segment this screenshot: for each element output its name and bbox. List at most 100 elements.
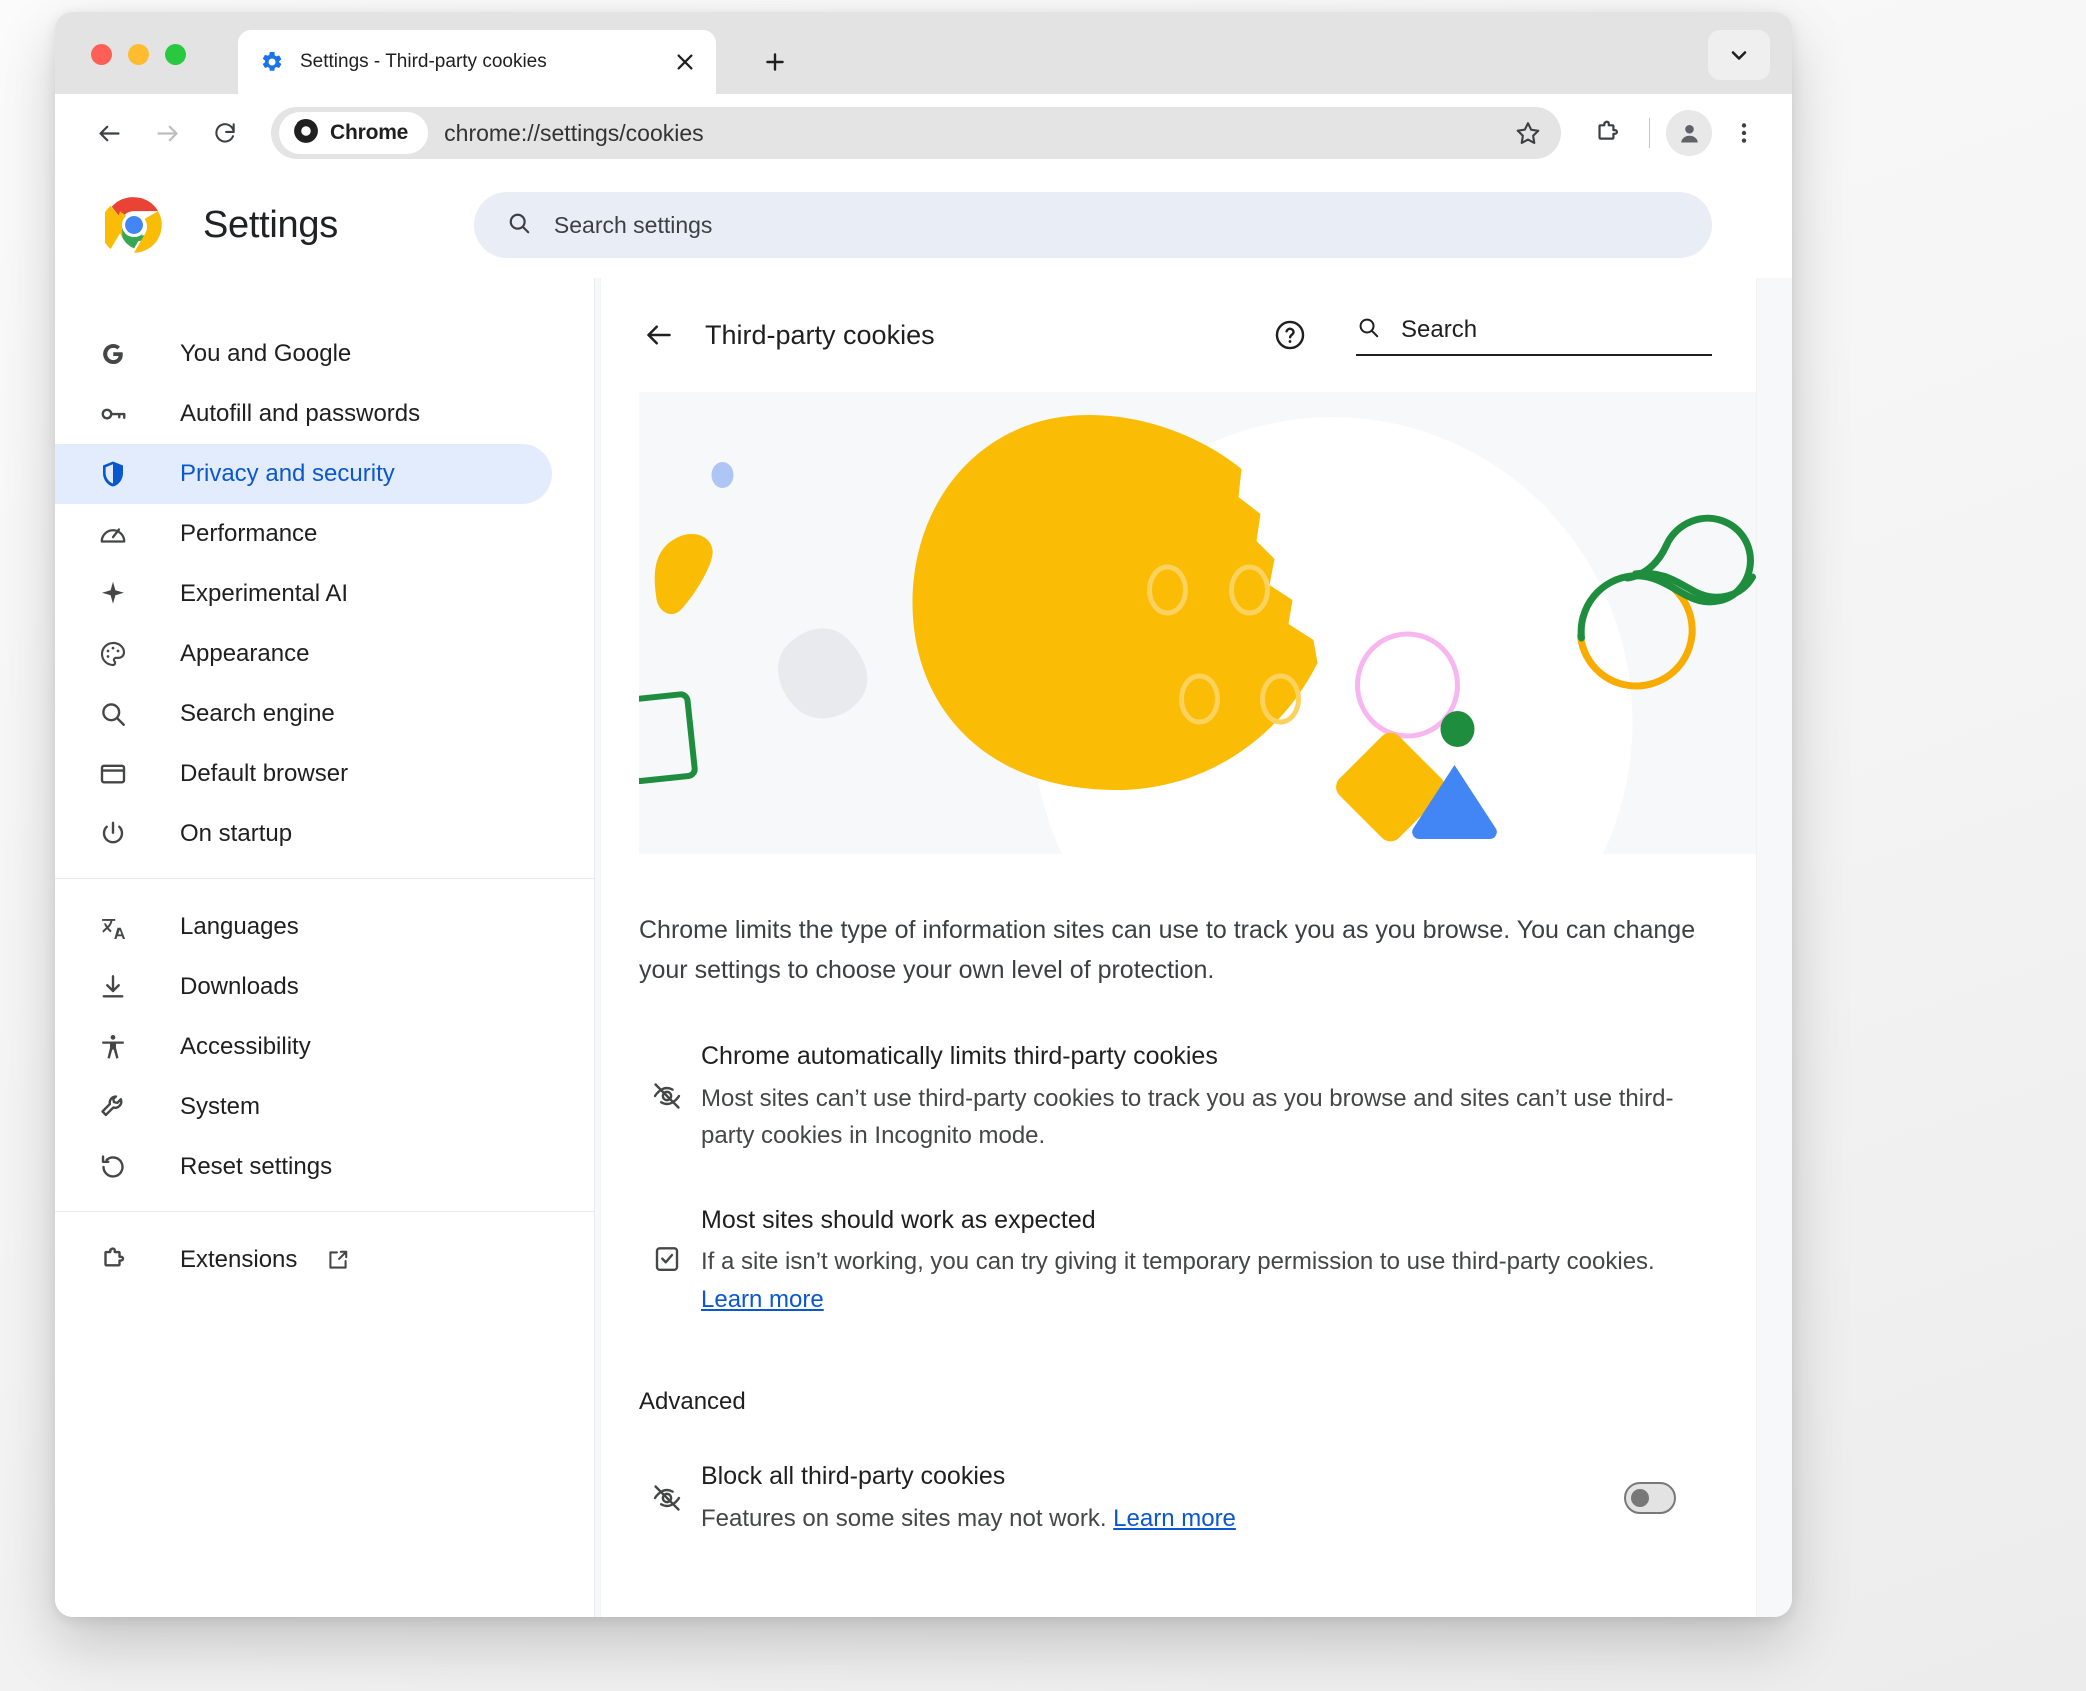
advanced-section-heading: Advanced bbox=[639, 1387, 746, 1415]
content-search-input[interactable]: Search bbox=[1356, 315, 1712, 356]
open-in-new-icon[interactable] bbox=[325, 1247, 351, 1273]
checkbox-checked-icon bbox=[639, 1202, 695, 1318]
info-block-description: Most sites can’t use third-party cookies… bbox=[701, 1084, 1674, 1149]
info-block-description-text: If a site isn’t working, you can try giv… bbox=[701, 1248, 1655, 1276]
block-all-third-party-cookies-row[interactable]: Block all third-party cookies Features o… bbox=[639, 1458, 1696, 1538]
reload-icon[interactable] bbox=[199, 107, 251, 159]
info-block-title: Chrome automatically limits third-party … bbox=[701, 1042, 1218, 1070]
profile-icon[interactable] bbox=[1666, 110, 1712, 156]
sidebar-item-search-engine[interactable]: Search engine bbox=[55, 684, 552, 744]
content-page-title: Third-party cookies bbox=[705, 319, 935, 350]
sidebar-item-label: Reset settings bbox=[180, 1153, 333, 1180]
sidebar-item-autofill-and-passwords[interactable]: Autofill and passwords bbox=[55, 384, 552, 444]
sidebar-item-on-startup[interactable]: On startup bbox=[55, 804, 552, 864]
translate-icon bbox=[97, 911, 129, 943]
help-circle-icon[interactable] bbox=[1270, 315, 1310, 355]
minimize-window-button[interactable] bbox=[128, 44, 149, 65]
new-tab-button[interactable] bbox=[755, 42, 795, 82]
content-page-header: Third-party cookies Search bbox=[601, 278, 1756, 392]
learn-more-link[interactable]: Learn more bbox=[1113, 1505, 1236, 1532]
block-all-row-description-text: Features on some sites may not work. bbox=[701, 1504, 1107, 1532]
chrome-mono-icon bbox=[293, 118, 319, 149]
browser-tab-title: Settings - Third-party cookies bbox=[300, 51, 547, 72]
search-icon bbox=[506, 210, 532, 241]
browser-toolbar: Chrome chrome://settings/cookies bbox=[55, 94, 1792, 172]
toolbar-divider bbox=[1649, 118, 1650, 148]
speedometer-icon bbox=[97, 518, 129, 550]
block-all-row-description: Features on some sites may not work. Lea… bbox=[701, 1500, 1594, 1537]
chrome-logo-icon bbox=[100, 196, 163, 254]
maximize-window-button[interactable] bbox=[165, 44, 186, 65]
sidebar-item-languages[interactable]: Languages bbox=[55, 897, 552, 957]
content-body: Chrome limits the type of information si… bbox=[601, 910, 1756, 1538]
sidebar-item-label: System bbox=[180, 1093, 261, 1120]
search-icon bbox=[1356, 315, 1381, 345]
wrench-icon bbox=[97, 1091, 129, 1123]
tab-strip: Settings - Third-party cookies bbox=[55, 12, 1792, 94]
sidebar-item-label: Languages bbox=[180, 913, 299, 940]
info-block-description: If a site isn’t working, you can try giv… bbox=[701, 1243, 1696, 1317]
star-icon[interactable] bbox=[1503, 108, 1553, 158]
three-dot-menu-icon[interactable] bbox=[1718, 107, 1770, 159]
puzzle-piece-icon[interactable] bbox=[1581, 107, 1633, 159]
sidebar-item-label: Search engine bbox=[180, 700, 335, 727]
download-icon bbox=[97, 971, 129, 1003]
browser-tab[interactable]: Settings - Third-party cookies bbox=[238, 30, 716, 94]
content-search-placeholder: Search bbox=[1401, 315, 1478, 343]
sidebar-item-performance[interactable]: Performance bbox=[55, 504, 552, 564]
settings-header: Settings Search settings bbox=[55, 172, 1792, 278]
chrome-origin-chip-label: Chrome bbox=[330, 121, 409, 144]
block-all-row-body: Block all third-party cookies Features o… bbox=[695, 1458, 1594, 1537]
sidebar-item-experimental-ai[interactable]: Experimental AI bbox=[55, 564, 552, 624]
sidebar-item-accessibility[interactable]: Accessibility bbox=[55, 1017, 552, 1077]
window-traffic-lights bbox=[91, 44, 186, 65]
sidebar-item-label: Autofill and passwords bbox=[180, 400, 421, 427]
close-icon[interactable] bbox=[670, 47, 700, 77]
settings-main-panel: Third-party cookies Search Chrome limits… bbox=[595, 278, 1792, 1617]
tab-list-button[interactable] bbox=[1708, 30, 1770, 80]
sparkle-icon bbox=[97, 578, 129, 610]
sidebar-item-appearance[interactable]: Appearance bbox=[55, 624, 552, 684]
forward-arrow-icon[interactable] bbox=[141, 107, 193, 159]
sidebar-item-default-browser[interactable]: Default browser bbox=[55, 744, 552, 804]
sidebar-item-label: Privacy and security bbox=[180, 460, 395, 487]
palette-icon bbox=[97, 638, 129, 670]
address-bar-url[interactable]: chrome://settings/cookies bbox=[428, 120, 1503, 147]
sidebar-item-label: Default browser bbox=[180, 760, 349, 787]
sidebar-item-downloads[interactable]: Downloads bbox=[55, 957, 552, 1017]
address-bar[interactable]: Chrome chrome://settings/cookies bbox=[271, 107, 1561, 159]
accessibility-icon bbox=[97, 1031, 129, 1063]
page-title: Settings bbox=[203, 203, 338, 246]
key-icon bbox=[97, 398, 129, 430]
info-block-body: Chrome automatically limits third-party … bbox=[695, 1038, 1696, 1154]
sidebar-item-label: On startup bbox=[180, 820, 293, 847]
sidebar-divider bbox=[55, 1211, 594, 1212]
settings-page: Settings Search settings You and Google … bbox=[55, 172, 1792, 1617]
info-block-title: Most sites should work as expected bbox=[701, 1205, 1096, 1234]
eye-off-icon bbox=[639, 1458, 695, 1538]
sidebar-item-you-and-google[interactable]: You and Google bbox=[55, 324, 552, 384]
settings-body: You and Google Autofill and passwords Pr… bbox=[55, 278, 1792, 1617]
close-window-button[interactable] bbox=[91, 44, 112, 65]
learn-more-link[interactable]: Learn more bbox=[701, 1286, 824, 1313]
shield-icon bbox=[97, 458, 129, 490]
back-arrow-icon[interactable] bbox=[637, 313, 681, 357]
cookie-illustration bbox=[639, 392, 1756, 854]
sidebar-item-privacy-and-security[interactable]: Privacy and security bbox=[55, 444, 552, 504]
intro-paragraph: Chrome limits the type of information si… bbox=[639, 916, 1696, 984]
sidebar-item-extensions[interactable]: Extensions bbox=[55, 1230, 552, 1290]
info-block-body: Most sites should work as expected If a … bbox=[695, 1202, 1696, 1318]
power-icon bbox=[97, 818, 129, 850]
chrome-origin-chip[interactable]: Chrome bbox=[279, 112, 429, 154]
search-input[interactable]: Search settings bbox=[473, 192, 1712, 258]
puzzle-piece-icon bbox=[97, 1244, 129, 1276]
sidebar-item-label: Accessibility bbox=[180, 1033, 311, 1060]
sidebar-item-system[interactable]: System bbox=[55, 1077, 552, 1137]
sidebar-item-reset-settings[interactable]: Reset settings bbox=[55, 1137, 552, 1197]
back-arrow-icon[interactable] bbox=[83, 107, 135, 159]
settings-content-card: Third-party cookies Search Chrome limits… bbox=[601, 278, 1756, 1617]
block-all-third-party-cookies-toggle[interactable] bbox=[1624, 1481, 1676, 1514]
browser-window-icon bbox=[97, 758, 129, 790]
settings-gear-icon bbox=[260, 50, 284, 74]
